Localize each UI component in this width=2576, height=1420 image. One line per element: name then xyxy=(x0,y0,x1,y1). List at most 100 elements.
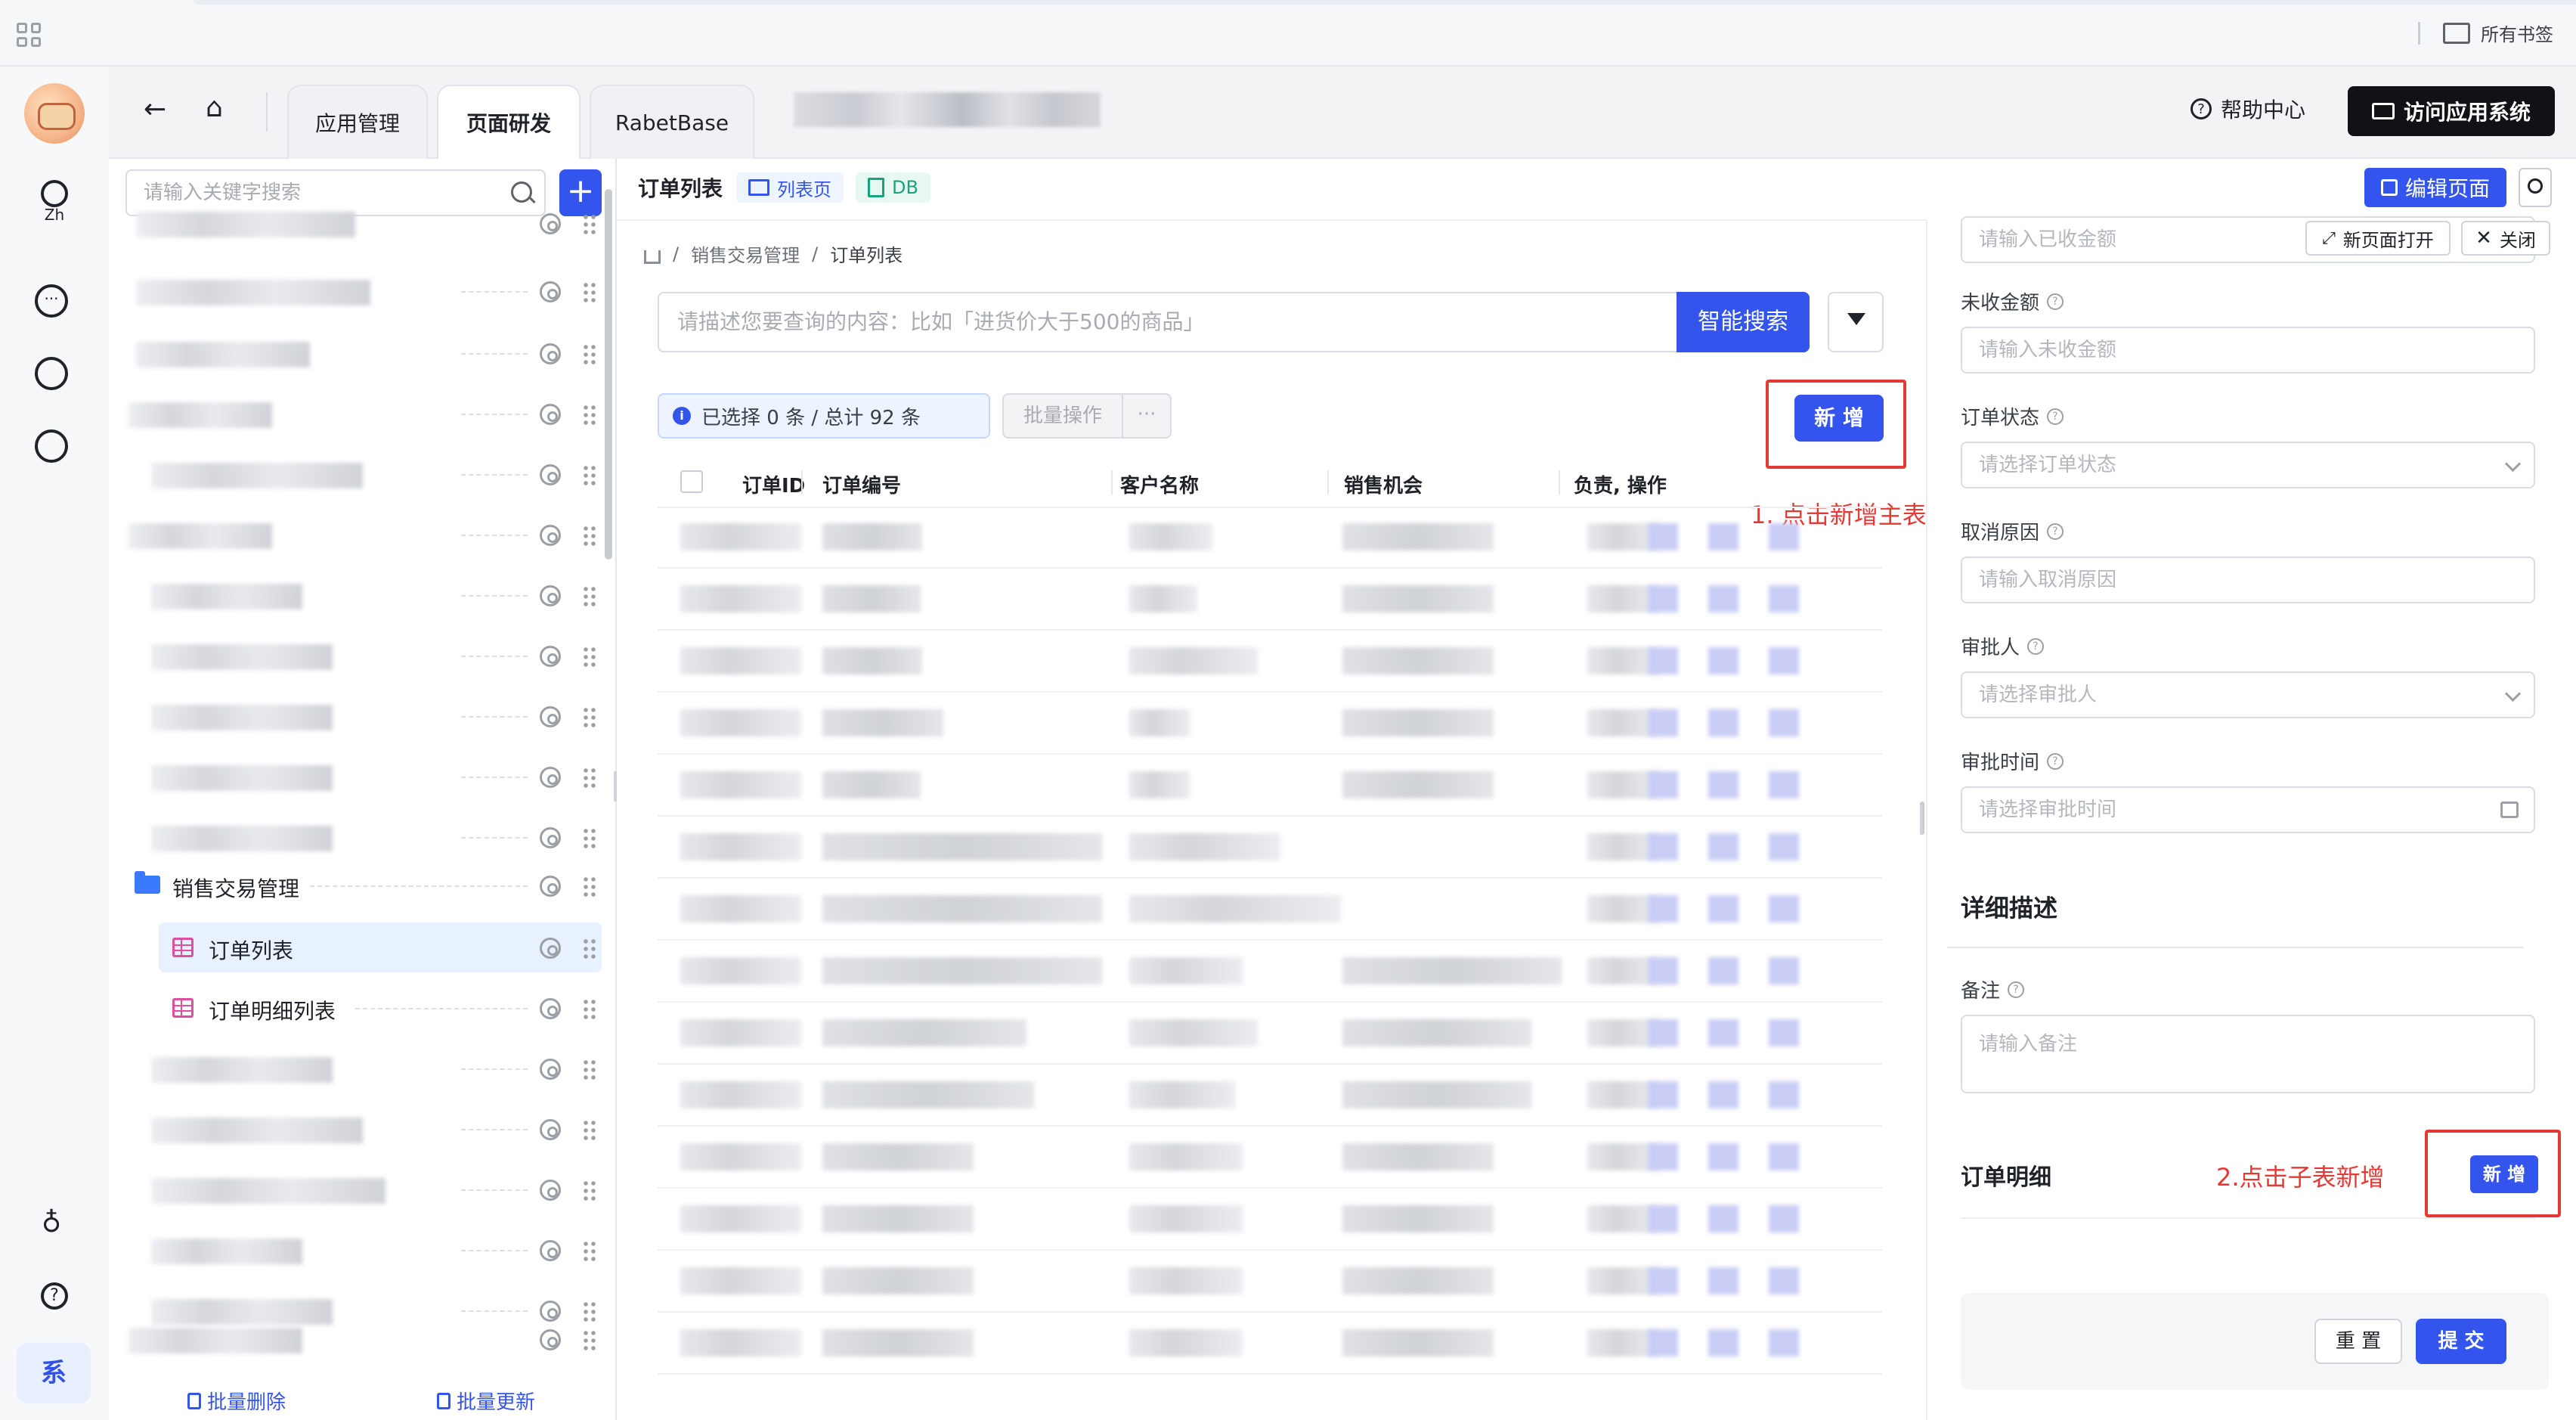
home-icon[interactable] xyxy=(644,250,661,264)
close-panel-button[interactable]: ✕ 关闭 xyxy=(2461,221,2550,256)
filter-icon[interactable] xyxy=(1828,292,1884,352)
breadcrumb-item[interactable]: 销售交易管理 xyxy=(691,240,800,267)
submit-button[interactable]: 提 交 xyxy=(2416,1319,2506,1364)
drag-handle-icon[interactable] xyxy=(582,213,597,234)
tree-item[interactable] xyxy=(128,753,597,800)
system-button[interactable]: 系 xyxy=(17,1343,91,1403)
table-row[interactable] xyxy=(658,755,1882,817)
order-status-select[interactable]: 请选择订单状态 xyxy=(1961,442,2535,488)
col-opportunity[interactable]: 销售机会 xyxy=(1344,470,1423,498)
db-tag[interactable]: DB xyxy=(856,172,930,203)
compass-icon[interactable] xyxy=(35,429,68,463)
table-row[interactable] xyxy=(658,941,1882,1003)
drag-handle-icon[interactable] xyxy=(582,1059,597,1080)
edit-page-button[interactable]: 编辑页面 xyxy=(2364,168,2506,207)
drag-handle-icon[interactable] xyxy=(582,998,597,1019)
table-row[interactable] xyxy=(658,1127,1882,1189)
tree-item[interactable] xyxy=(128,632,597,679)
gear-icon[interactable] xyxy=(540,876,561,897)
gear-icon[interactable] xyxy=(540,646,561,667)
gear-icon[interactable] xyxy=(540,706,561,727)
tree-item[interactable] xyxy=(128,451,597,498)
tab-app-management[interactable]: 应用管理 xyxy=(287,85,428,159)
table-row[interactable] xyxy=(658,1065,1882,1127)
drag-handle-icon[interactable] xyxy=(582,464,597,485)
gear-icon[interactable] xyxy=(540,585,561,606)
tree-item[interactable] xyxy=(128,200,597,246)
table-row[interactable] xyxy=(658,1251,1882,1313)
drag-handle-icon[interactable] xyxy=(582,343,597,364)
help-icon[interactable]: ? xyxy=(41,1282,68,1310)
tree-item[interactable] xyxy=(128,814,597,860)
chat-icon[interactable]: ··· xyxy=(35,284,68,318)
gear-icon[interactable] xyxy=(540,1180,561,1201)
table-row[interactable] xyxy=(658,1003,1882,1065)
gear-icon[interactable] xyxy=(540,938,561,959)
tree-item[interactable] xyxy=(128,693,597,739)
help-icon[interactable]: ? xyxy=(2047,293,2064,310)
bookmarks-folder[interactable]: 所有书签 xyxy=(2418,20,2553,46)
table-row[interactable] xyxy=(658,817,1882,879)
cancel-reason-input[interactable]: 请输入取消原因 xyxy=(1961,557,2535,603)
tree-item[interactable] xyxy=(128,1316,597,1363)
tree-item[interactable] xyxy=(128,572,597,619)
tree-item-order-list[interactable]: 订单列表 xyxy=(128,924,597,971)
drag-handle-icon[interactable] xyxy=(582,1180,597,1201)
help-icon[interactable]: ? xyxy=(2047,408,2064,425)
unreceived-amount-input[interactable]: 请输入未收金额 xyxy=(1961,327,2535,374)
approver-select[interactable]: 请选择审批人 xyxy=(1961,671,2535,718)
drag-handle-icon[interactable] xyxy=(582,585,597,606)
more-button[interactable]: ··· xyxy=(1123,393,1172,439)
col-order-no[interactable]: 订单编号 xyxy=(822,470,901,498)
list-page-tag[interactable]: 列表页 xyxy=(736,172,844,203)
globe-icon[interactable] xyxy=(41,180,68,207)
col-owner-actions[interactable]: 负责, 操作 xyxy=(1574,470,1667,498)
gear-icon[interactable] xyxy=(540,1119,561,1140)
drag-handle-icon[interactable] xyxy=(582,876,597,897)
back-arrow-icon[interactable]: ← xyxy=(144,94,166,125)
add-main-button[interactable]: 新 增 xyxy=(1794,395,1884,442)
batch-delete-button[interactable]: 批量删除 xyxy=(187,1387,286,1415)
tree-scrollbar[interactable] xyxy=(605,189,612,560)
gear-icon[interactable] xyxy=(540,213,561,234)
drag-handle-icon[interactable] xyxy=(582,827,597,848)
drag-handle-icon[interactable] xyxy=(582,525,597,546)
gear-icon[interactable] xyxy=(540,1240,561,1261)
gear-icon[interactable] xyxy=(540,525,561,546)
help-icon[interactable]: ? xyxy=(2027,637,2045,655)
rocket-icon[interactable]: ♁ xyxy=(35,1207,68,1240)
tab-rabetbase[interactable]: RabetBase xyxy=(590,85,754,159)
approval-time-picker[interactable]: 请选择审批时间 xyxy=(1961,786,2535,833)
home-icon[interactable]: ⌂ xyxy=(206,92,223,123)
drag-handle-icon[interactable] xyxy=(582,281,597,302)
batch-operation-button[interactable]: 批量操作 xyxy=(1002,393,1123,439)
table-row[interactable] xyxy=(658,1313,1882,1375)
col-customer[interactable]: 客户名称 xyxy=(1120,470,1199,498)
col-order-id[interactable]: 订单ID xyxy=(742,470,805,498)
table-row[interactable] xyxy=(658,1189,1882,1251)
tree-group-sales[interactable]: 销售交易管理 xyxy=(128,862,597,909)
tree-item[interactable] xyxy=(128,511,597,558)
ai-search-input[interactable]: 请描述您要查询的内容：比如「进货价大于500的商品」 xyxy=(658,292,1678,352)
eye-off-icon[interactable] xyxy=(540,281,561,302)
visit-app-button[interactable]: 访问应用系统 xyxy=(2348,86,2555,136)
batch-update-button[interactable]: 批量更新 xyxy=(437,1387,535,1415)
breadcrumb-item[interactable]: 订单列表 xyxy=(830,240,903,267)
ai-search-button[interactable]: 智能搜索 xyxy=(1677,292,1810,352)
avatar[interactable] xyxy=(24,83,85,144)
clock-icon[interactable] xyxy=(35,357,68,390)
drag-handle-icon[interactable] xyxy=(582,706,597,727)
tree-item[interactable] xyxy=(128,390,597,437)
drag-handle-icon[interactable] xyxy=(582,404,597,425)
tree-item[interactable] xyxy=(128,268,597,315)
table-row[interactable] xyxy=(658,507,1882,569)
panel-resize-handle[interactable] xyxy=(1920,805,1923,835)
table-row[interactable] xyxy=(658,879,1882,941)
eye-off-icon[interactable] xyxy=(540,343,561,364)
gear-icon[interactable] xyxy=(540,1059,561,1080)
table-row[interactable] xyxy=(658,631,1882,693)
tree-item[interactable] xyxy=(128,1045,597,1092)
open-new-page-button[interactable]: ⤢ 新页面打开 xyxy=(2305,221,2451,256)
remark-textarea[interactable]: 请输入备注 xyxy=(1961,1015,2535,1093)
gear-icon[interactable] xyxy=(540,404,561,425)
